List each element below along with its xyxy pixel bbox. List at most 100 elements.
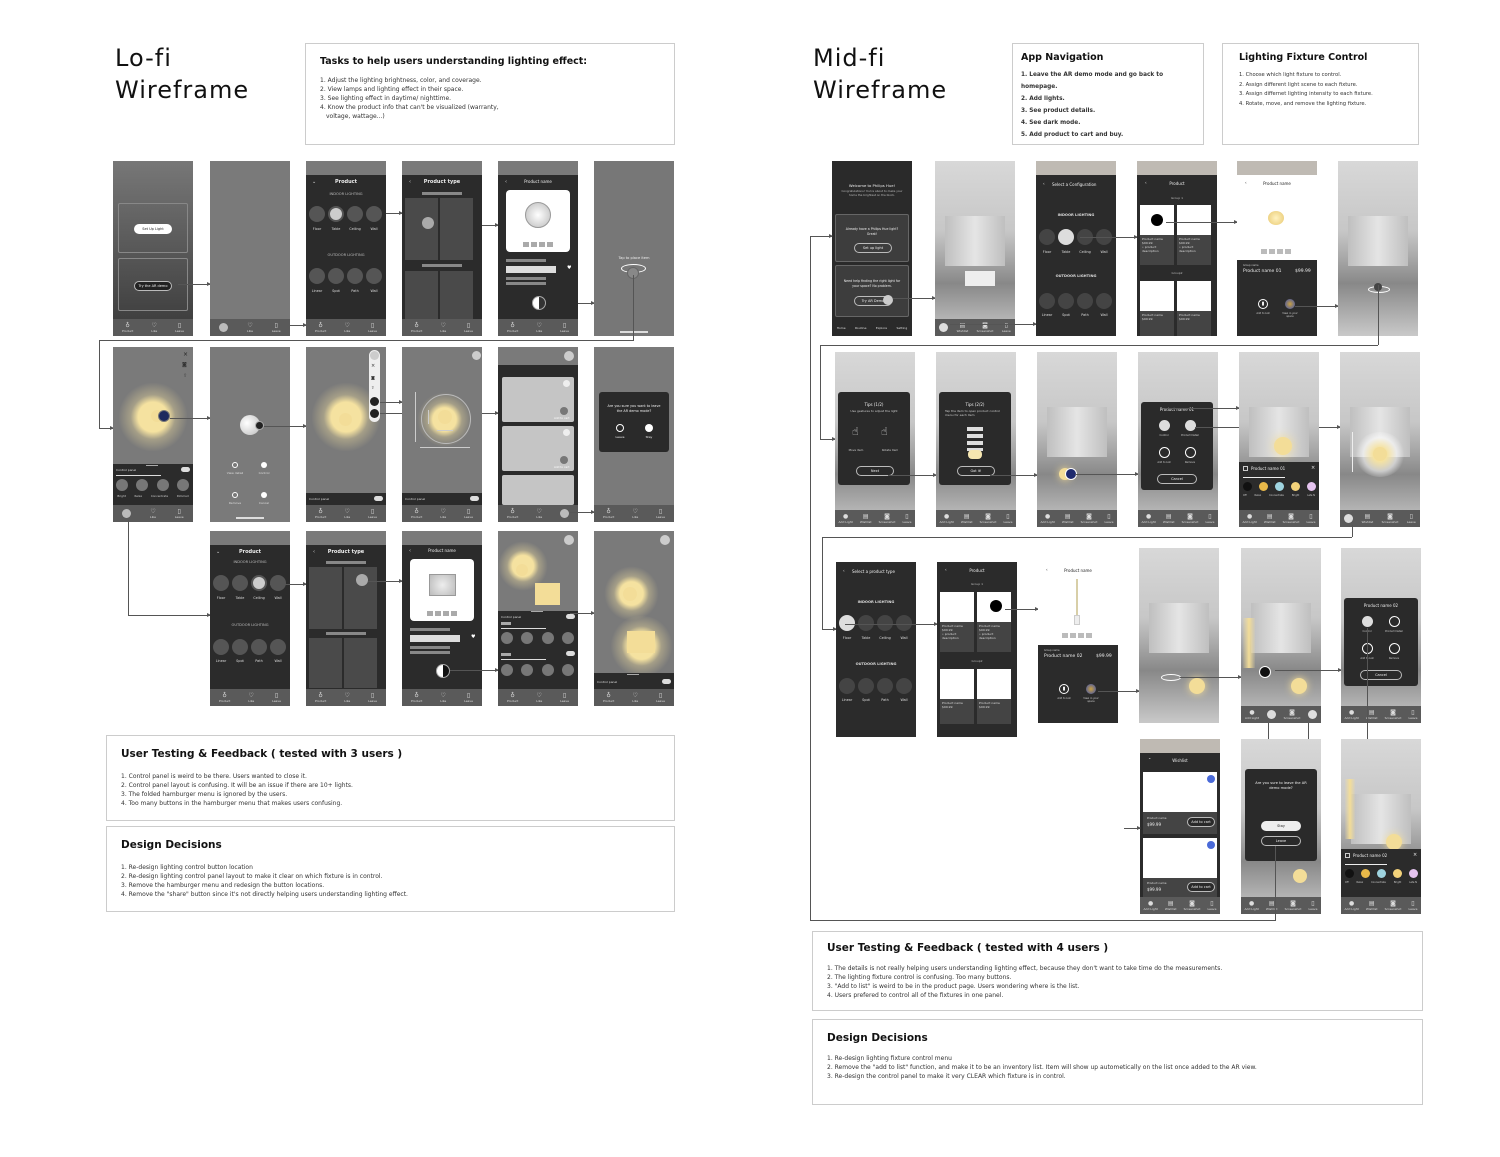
category-ceiling[interactable] [347, 206, 363, 222]
scene-relax[interactable] [521, 632, 533, 644]
menu-icon[interactable] [370, 351, 379, 360]
cart-icon[interactable] [560, 407, 568, 415]
tab-product[interactable]: ♁ Product [603, 508, 614, 519]
tab-leave[interactable]: ▯ Leave [368, 692, 377, 703]
tab-add-light[interactable] [1344, 514, 1354, 523]
tab-wishlist[interactable]: ▤ Wishlist [1165, 900, 1177, 911]
back-icon[interactable]: ‹ [409, 548, 411, 554]
tab-screenshot[interactable]: ◙ Screenshot [1081, 513, 1098, 524]
tab-screenshot[interactable]: ◙ Screenshot [980, 513, 997, 524]
tab-leave[interactable]: ▯ Leave [656, 692, 665, 703]
menu-icon[interactable] [660, 535, 670, 545]
product-tile[interactable] [440, 271, 473, 321]
heart-icon[interactable]: ♥ [567, 265, 571, 271]
back-icon[interactable]: ‹ [843, 568, 845, 573]
chevron-down-icon[interactable]: ⌄ [216, 549, 220, 555]
stay-button[interactable]: Stay [1261, 821, 1301, 831]
tab-leave[interactable]: ▯ Leave [464, 508, 473, 519]
cancel-button[interactable]: Cancel [1157, 474, 1197, 484]
tab-add-light[interactable]: ● Add Light [1041, 513, 1055, 524]
tab-product[interactable]: ♁ Product [411, 322, 422, 333]
tab-wishlist[interactable]: ▤ Wishlist [1062, 513, 1074, 524]
menu-icon[interactable] [564, 351, 574, 361]
view-in-space-button[interactable] [1086, 684, 1096, 694]
tab-wishlist[interactable]: ▤ Wishlist [1264, 513, 1276, 524]
wishlist-icon[interactable] [370, 409, 379, 418]
category-wall-outdoor[interactable] [366, 268, 382, 284]
tab-screenshot[interactable]: ◙ Screenshot [1184, 900, 1201, 911]
tab-wishlist[interactable]: ▤ Wishlist [1366, 900, 1378, 911]
category-floor[interactable] [309, 206, 325, 222]
tab-product[interactable]: ♁ Product [603, 692, 614, 703]
category-ceiling[interactable] [877, 615, 893, 631]
tab-like[interactable]: ♡ Like [632, 508, 638, 519]
image-thumbnails[interactable] [1261, 249, 1291, 254]
tab-routine[interactable]: Routine [855, 326, 866, 330]
tab-leave[interactable]: ▯ Leave [1308, 900, 1317, 911]
image-thumbnails[interactable] [427, 611, 457, 616]
tab-leave[interactable]: ▯ Leave [1207, 900, 1216, 911]
share-icon[interactable]: ⇪ [371, 385, 374, 390]
tab-screenshot[interactable]: ◙ Screenshot [1382, 513, 1399, 524]
product-tile[interactable] [309, 567, 342, 629]
scene-concentrate[interactable] [157, 479, 169, 491]
tab-like[interactable]: ♡ Like [440, 322, 446, 333]
tab-like[interactable]: ♡ Like [632, 692, 638, 703]
scene-late-night[interactable] [1408, 869, 1418, 878]
tab-screenshot[interactable]: ◙ Screenshot [1283, 513, 1300, 524]
bookmark-icon[interactable] [1207, 841, 1215, 849]
tab-leave[interactable]: ▯ Leave [368, 508, 377, 519]
placed-light[interactable] [1373, 447, 1387, 461]
tab-leave[interactable]: ▯ Leave [272, 322, 281, 333]
tab-leave[interactable]: ▯ Leave [175, 322, 184, 333]
menu-icon[interactable] [472, 351, 481, 360]
product-card-image[interactable] [1177, 281, 1211, 311]
category-linear[interactable] [309, 268, 325, 284]
power-toggle[interactable] [181, 467, 190, 472]
brightness-slider[interactable] [501, 659, 546, 660]
tab-like[interactable]: ♡ Like [440, 692, 446, 703]
product-tile[interactable] [405, 198, 438, 260]
product-tile[interactable] [309, 638, 342, 688]
add-to-list-button[interactable]: ▮ [1258, 299, 1268, 309]
placed-light[interactable] [438, 410, 452, 424]
tab-leave[interactable]: ▯ Leave [1306, 513, 1315, 524]
brightness-slider[interactable] [1243, 477, 1285, 478]
placed-light[interactable] [1291, 678, 1307, 694]
category-linear[interactable] [839, 678, 855, 694]
drag-handle[interactable] [146, 465, 158, 466]
scene-off[interactable] [1344, 869, 1354, 878]
tab-product[interactable]: ♁ Product [507, 692, 518, 703]
tab-leave[interactable] [1308, 710, 1318, 719]
camera-icon[interactable]: ◙ [371, 375, 375, 380]
placed-light[interactable] [516, 564, 528, 576]
category-floor[interactable] [1039, 229, 1055, 245]
selected-indicator[interactable] [1259, 666, 1271, 678]
add-to-cart-label[interactable]: Add to cart [554, 416, 570, 420]
close-icon[interactable]: × [1413, 852, 1417, 858]
category-spot[interactable] [232, 639, 248, 655]
stay-button[interactable] [645, 424, 653, 432]
scene-off[interactable] [1242, 482, 1252, 491]
product-tile[interactable] [344, 638, 377, 688]
back-icon[interactable]: ‹ [409, 179, 411, 185]
tab-leave[interactable]: ▯ Leave [656, 508, 665, 519]
product-card-image[interactable] [1177, 205, 1211, 235]
category-wall-outdoor[interactable] [270, 639, 286, 655]
ar-view-toggle[interactable] [532, 296, 546, 310]
tab-add-light[interactable]: ● Add Light [1245, 900, 1259, 911]
tab-like[interactable]: ♡ Like [536, 508, 542, 519]
product-card-image[interactable] [977, 592, 1011, 622]
leave-button[interactable]: Leave [1261, 836, 1301, 846]
tab-leave[interactable]: ▯ Leave [560, 322, 569, 333]
tab-leave[interactable]: ▯ Leave [1408, 900, 1417, 911]
category-spot[interactable] [1058, 293, 1074, 309]
tab-wishlist[interactable]: ▤ Wishlist [961, 513, 973, 524]
category-table[interactable] [1058, 229, 1074, 245]
remove-button[interactable] [1185, 447, 1196, 458]
scene-concentrate[interactable] [1376, 869, 1386, 878]
placed-panel-light[interactable] [535, 583, 560, 605]
category-table[interactable] [232, 575, 248, 591]
leave-button[interactable] [616, 424, 624, 432]
category-ceiling[interactable] [251, 575, 267, 591]
